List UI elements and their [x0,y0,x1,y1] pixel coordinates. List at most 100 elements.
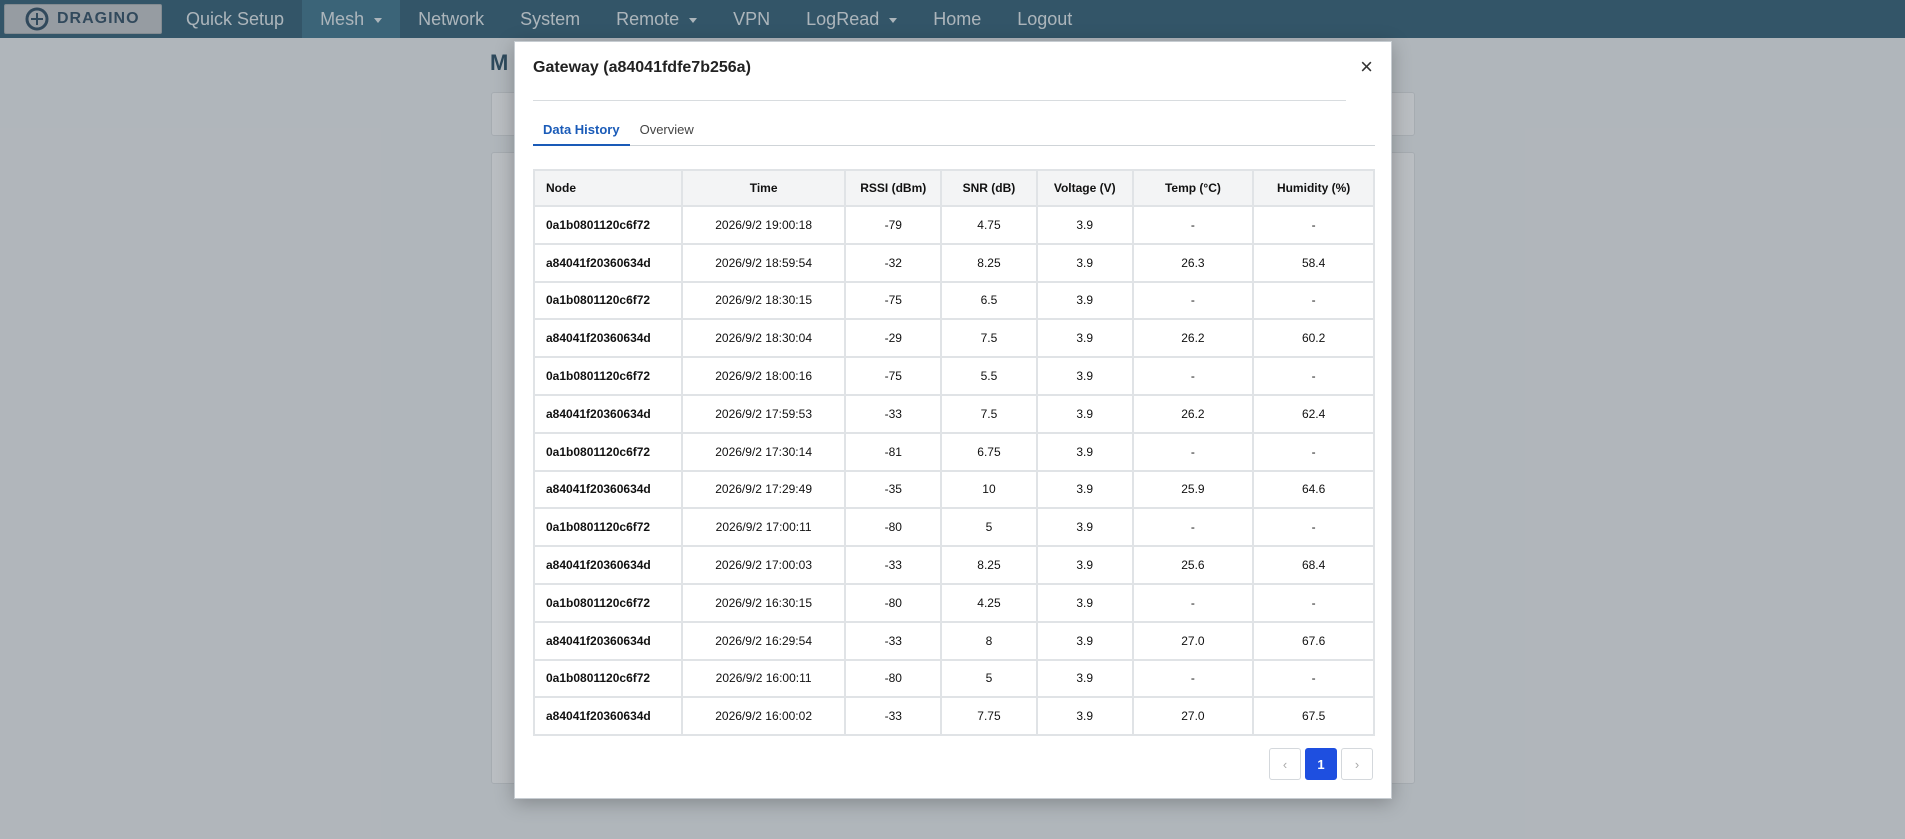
history-table-container[interactable]: Node Time RSSI (dBm) SNR (dB) Voltage (V… [533,169,1375,736]
cell-temp: - [1131,356,1255,396]
cell-node: a84041f20360634d [533,469,683,510]
table-row[interactable]: a84041f20360634d 2026/9/2 17:29:49 -35 10 3.… [533,469,1375,510]
cell-temp: 26.2 [1131,393,1255,434]
table-row[interactable]: 0a1b0801120c6f72 2026/9/2 16:30:15 -80 4.25… [533,582,1375,623]
header-voltage[interactable]: Voltage (V) [1035,169,1134,207]
cell-voltage: 3.9 [1035,658,1134,699]
cell-humidity: - [1252,431,1375,472]
header-humidity[interactable]: Humidity (%) [1252,169,1375,207]
cell-time: 2026/9/2 18:30:15 [680,280,847,321]
cell-time: 2026/9/2 17:29:49 [680,469,847,510]
cell-snr: 6.75 [940,431,1038,472]
cell-temp: 26.3 [1131,242,1255,283]
cell-temp: - [1131,205,1255,245]
prev-page-button[interactable]: ‹ [1269,748,1301,780]
table-header-row: Node Time RSSI (dBm) SNR (dB) Voltage (V… [533,169,1375,207]
cell-snr: 6.5 [940,280,1038,321]
cell-humidity: - [1252,507,1375,548]
cell-rssi: -29 [844,318,943,359]
gateway-modal: Gateway (a84041fdfe7b256a) × Data Histor… [514,41,1392,799]
header-node[interactable]: Node [533,169,683,207]
cell-time: 2026/9/2 16:00:02 [680,696,847,736]
cell-rssi: -33 [844,696,943,736]
header-snr[interactable]: SNR (dB) [940,169,1038,207]
cell-snr: 5.5 [940,356,1038,396]
table-body: 0a1b0801120c6f72 2026/9/2 19:00:18 -79 4.75… [533,205,1375,736]
cell-voltage: 3.9 [1035,582,1134,623]
cell-time: 2026/9/2 17:59:53 [680,393,847,434]
cell-node: 0a1b0801120c6f72 [533,507,683,548]
cell-voltage: 3.9 [1035,280,1134,321]
table-row[interactable]: a84041f20360634d 2026/9/2 17:00:03 -33 8.25… [533,545,1375,585]
cell-snr: 7.75 [940,696,1038,736]
table-row[interactable]: 0a1b0801120c6f72 2026/9/2 17:00:11 -80 5 3.9… [533,507,1375,548]
cell-temp: 25.9 [1131,469,1255,510]
table-row[interactable]: 0a1b0801120c6f72 2026/9/2 18:30:15 -75 6.5 3… [533,280,1375,321]
cell-time: 2026/9/2 16:30:15 [680,582,847,623]
cell-rssi: -33 [844,620,943,661]
cell-rssi: -80 [844,582,943,623]
cell-humidity: 67.5 [1252,696,1375,736]
cell-humidity: 67.6 [1252,620,1375,661]
cell-temp: 27.0 [1131,696,1255,736]
cell-humidity: 62.4 [1252,393,1375,434]
tab-overview[interactable]: Overview [630,118,704,146]
table-row[interactable]: a84041f20360634d 2026/9/2 18:30:04 -29 7.5 3… [533,318,1375,359]
cell-node: 0a1b0801120c6f72 [533,205,683,245]
tab-data-history[interactable]: Data History [533,118,630,146]
modal-tabs: Data History Overview [533,118,1375,146]
cell-temp: 27.0 [1131,620,1255,661]
table-row[interactable]: a84041f20360634d 2026/9/2 17:59:53 -33 7.5 3… [533,393,1375,434]
cell-time: 2026/9/2 16:29:54 [680,620,847,661]
header-temp[interactable]: Temp (°C) [1131,169,1255,207]
cell-node: 0a1b0801120c6f72 [533,658,683,699]
cell-snr: 4.75 [940,205,1038,245]
history-table: Node Time RSSI (dBm) SNR (dB) Voltage (V… [533,169,1375,736]
cell-temp: 26.2 [1131,318,1255,359]
next-page-button[interactable]: › [1341,748,1373,780]
cell-voltage: 3.9 [1035,356,1134,396]
close-icon[interactable]: × [1360,56,1373,78]
cell-humidity: 60.2 [1252,318,1375,359]
table-row[interactable]: 0a1b0801120c6f72 2026/9/2 16:00:11 -80 5 3.9… [533,658,1375,699]
cell-time: 2026/9/2 17:00:03 [680,545,847,585]
table-row[interactable]: a84041f20360634d 2026/9/2 18:59:54 -32 8.25… [533,242,1375,283]
cell-snr: 5 [940,658,1038,699]
cell-time: 2026/9/2 16:00:11 [680,658,847,699]
page-1-button[interactable]: 1 [1305,748,1337,780]
cell-voltage: 3.9 [1035,205,1134,245]
header-rssi[interactable]: RSSI (dBm) [844,169,943,207]
cell-snr: 8.25 [940,242,1038,283]
cell-humidity: 58.4 [1252,242,1375,283]
table-row[interactable]: 0a1b0801120c6f72 2026/9/2 19:00:18 -79 4.75… [533,205,1375,245]
cell-voltage: 3.9 [1035,242,1134,283]
table-row[interactable]: 0a1b0801120c6f72 2026/9/2 17:30:14 -81 6.75… [533,431,1375,472]
cell-time: 2026/9/2 18:30:04 [680,318,847,359]
cell-voltage: 3.9 [1035,507,1134,548]
cell-node: 0a1b0801120c6f72 [533,356,683,396]
table-row[interactable]: a84041f20360634d 2026/9/2 16:00:02 -33 7.75… [533,696,1375,736]
cell-node: a84041f20360634d [533,696,683,736]
cell-node: a84041f20360634d [533,318,683,359]
cell-humidity: - [1252,280,1375,321]
table-row[interactable]: a84041f20360634d 2026/9/2 16:29:54 -33 8 3.9… [533,620,1375,661]
cell-node: 0a1b0801120c6f72 [533,280,683,321]
cell-rssi: -33 [844,393,943,434]
cell-node: a84041f20360634d [533,242,683,283]
cell-voltage: 3.9 [1035,318,1134,359]
cell-snr: 8.25 [940,545,1038,585]
cell-rssi: -80 [844,507,943,548]
cell-rssi: -81 [844,431,943,472]
cell-voltage: 3.9 [1035,696,1134,736]
cell-snr: 7.5 [940,318,1038,359]
cell-time: 2026/9/2 19:00:18 [680,205,847,245]
cell-humidity: - [1252,356,1375,396]
table-row[interactable]: 0a1b0801120c6f72 2026/9/2 18:00:16 -75 5.5 3… [533,356,1375,396]
cell-rssi: -32 [844,242,943,283]
cell-temp: - [1131,582,1255,623]
cell-rssi: -35 [844,469,943,510]
header-time[interactable]: Time [680,169,847,207]
cell-time: 2026/9/2 17:00:11 [680,507,847,548]
cell-snr: 4.25 [940,582,1038,623]
cell-humidity: - [1252,205,1375,245]
